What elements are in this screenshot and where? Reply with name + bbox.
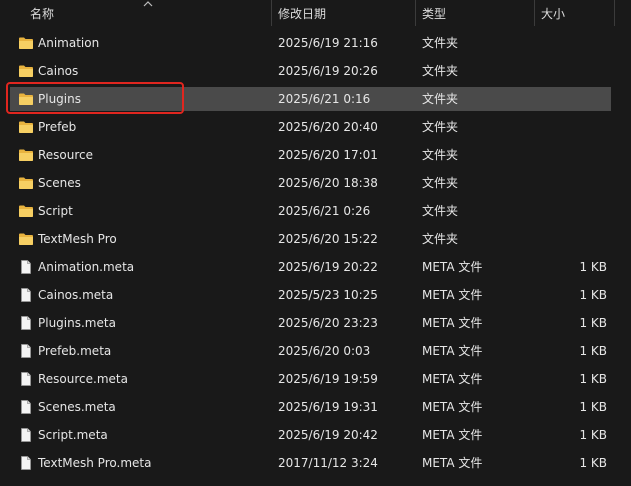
file-type: META 文件: [422, 372, 483, 386]
file-name: Plugins: [38, 92, 81, 106]
file-name: Prefeb.meta: [38, 344, 112, 358]
file-size: 1 KB: [579, 400, 607, 414]
file-size: 1 KB: [579, 428, 607, 442]
file-modified-date: 2025/5/23 10:25: [278, 288, 378, 302]
file-icon: [18, 259, 34, 275]
file-type: META 文件: [422, 344, 483, 358]
sort-ascending-icon: [143, 1, 153, 7]
file-size: 1 KB: [579, 288, 607, 302]
file-row[interactable]: Resource 2025/6/20 17:01 文件夹: [10, 143, 611, 167]
folder-icon: [18, 119, 34, 135]
file-icon: [18, 455, 34, 471]
file-name: Scenes.meta: [38, 400, 116, 414]
column-divider[interactable]: [614, 0, 615, 26]
column-header-modified[interactable]: 修改日期: [272, 0, 415, 28]
file-size: 1 KB: [579, 260, 607, 274]
file-type: 文件夹: [422, 120, 459, 134]
file-type: 文件夹: [422, 148, 459, 162]
file-row[interactable]: Cainos.meta 2025/5/23 10:25 META 文件 1 KB: [10, 283, 611, 307]
file-size: 1 KB: [579, 316, 607, 330]
file-modified-date: 2025/6/19 20:22: [278, 260, 378, 274]
file-name: Script.meta: [38, 428, 108, 442]
file-name: TextMesh Pro.meta: [38, 456, 152, 470]
file-modified-date: 2025/6/19 20:42: [278, 428, 378, 442]
file-name: Animation.meta: [38, 260, 135, 274]
file-icon: [18, 343, 34, 359]
file-icon: [18, 287, 34, 303]
column-header-type[interactable]: 类型: [416, 0, 534, 28]
file-name: Prefeb: [38, 120, 77, 134]
file-row[interactable]: Animation 2025/6/19 21:16 文件夹: [10, 31, 611, 55]
file-modified-date: 2025/6/19 19:31: [278, 400, 378, 414]
file-name: Resource: [38, 148, 94, 162]
folder-icon: [18, 231, 34, 247]
file-type: 文件夹: [422, 204, 459, 218]
file-row[interactable]: Script.meta 2025/6/19 20:42 META 文件 1 KB: [10, 423, 611, 447]
file-modified-date: 2025/6/20 17:01: [278, 148, 378, 162]
file-name: Script: [38, 204, 73, 218]
file-type: 文件夹: [422, 64, 459, 78]
file-name: Scenes: [38, 176, 81, 190]
file-modified-date: 2025/6/21 0:16: [278, 92, 371, 106]
folder-icon: [18, 91, 34, 107]
file-row[interactable]: Prefeb.meta 2025/6/20 0:03 META 文件 1 KB: [10, 339, 611, 363]
file-modified-date: 2025/6/20 18:38: [278, 176, 378, 190]
file-size: 1 KB: [579, 372, 607, 386]
file-icon: [18, 371, 34, 387]
file-row[interactable]: Animation.meta 2025/6/19 20:22 META 文件 1 KB: [10, 255, 611, 279]
file-modified-date: 2025/6/19 20:26: [278, 64, 378, 78]
folder-icon: [18, 147, 34, 163]
file-icon: [18, 427, 34, 443]
file-type: 文件夹: [422, 232, 459, 246]
file-name: TextMesh Pro: [38, 232, 117, 246]
file-modified-date: 2025/6/21 0:26: [278, 204, 371, 218]
file-size: 1 KB: [579, 456, 607, 470]
file-row[interactable]: TextMesh Pro 2025/6/20 15:22 文件夹: [10, 227, 611, 251]
file-name: Plugins.meta: [38, 316, 116, 330]
file-icon: [18, 315, 34, 331]
column-header-bar: 名称 修改日期 类型 大小: [0, 0, 631, 28]
file-modified-date: 2025/6/20 23:23: [278, 316, 378, 330]
column-header-size[interactable]: 大小: [535, 0, 615, 28]
file-type: META 文件: [422, 316, 483, 330]
folder-icon: [18, 63, 34, 79]
file-row[interactable]: Plugins 2025/6/21 0:16 文件夹: [10, 87, 611, 111]
file-row[interactable]: Script 2025/6/21 0:26 文件夹: [10, 199, 611, 223]
file-row[interactable]: Cainos 2025/6/19 20:26 文件夹: [10, 59, 611, 83]
file-icon: [18, 399, 34, 415]
file-row[interactable]: Scenes 2025/6/20 18:38 文件夹: [10, 171, 611, 195]
file-type: 文件夹: [422, 176, 459, 190]
file-type: 文件夹: [422, 36, 459, 50]
file-type: META 文件: [422, 428, 483, 442]
folder-icon: [18, 203, 34, 219]
file-modified-date: 2017/11/12 3:24: [278, 456, 378, 470]
file-modified-date: 2025/6/20 20:40: [278, 120, 378, 134]
file-modified-date: 2025/6/19 19:59: [278, 372, 378, 386]
file-row[interactable]: Plugins.meta 2025/6/20 23:23 META 文件 1 KB: [10, 311, 611, 335]
file-name: Resource.meta: [38, 372, 128, 386]
file-type: META 文件: [422, 456, 483, 470]
file-modified-date: 2025/6/20 0:03: [278, 344, 371, 358]
file-type: META 文件: [422, 260, 483, 274]
folder-icon: [18, 35, 34, 51]
file-row[interactable]: TextMesh Pro.meta 2017/11/12 3:24 META 文件 1…: [10, 451, 611, 475]
folder-icon: [18, 175, 34, 191]
file-modified-date: 2025/6/20 15:22: [278, 232, 378, 246]
file-row[interactable]: Scenes.meta 2025/6/19 19:31 META 文件 1 KB: [10, 395, 611, 419]
file-name: Animation: [38, 36, 100, 50]
file-row[interactable]: Resource.meta 2025/6/19 19:59 META 文件 1 KB: [10, 367, 611, 391]
file-name: Cainos.meta: [38, 288, 114, 302]
file-size: 1 KB: [579, 344, 607, 358]
file-type: META 文件: [422, 400, 483, 414]
file-name: Cainos: [38, 64, 79, 78]
file-type: 文件夹: [422, 92, 459, 106]
file-row[interactable]: Prefeb 2025/6/20 20:40 文件夹: [10, 115, 611, 139]
file-type: META 文件: [422, 288, 483, 302]
file-modified-date: 2025/6/19 21:16: [278, 36, 378, 50]
